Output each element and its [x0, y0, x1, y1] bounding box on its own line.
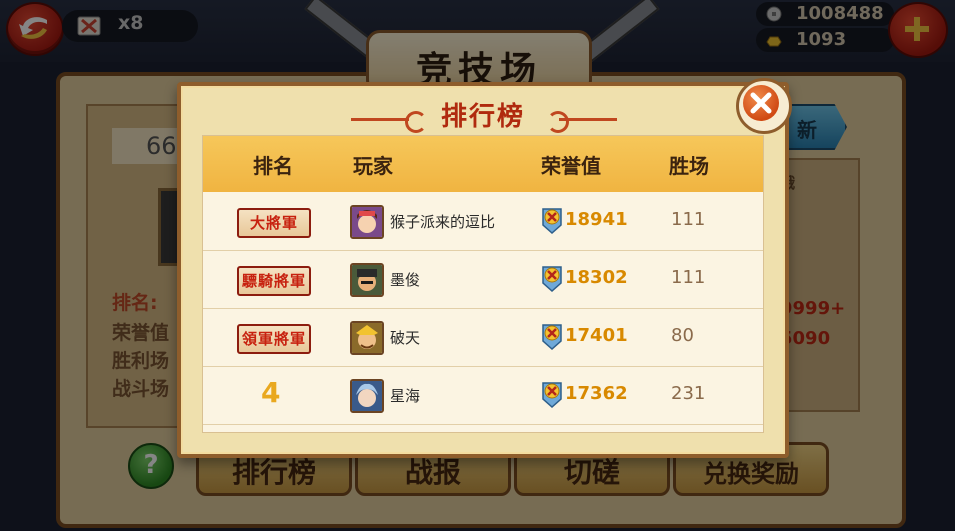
close-button[interactable]	[736, 78, 792, 134]
header-honor: 荣誉值	[541, 154, 601, 178]
table-row[interactable]: 大將軍 猴子派来的逗比 18941 111	[203, 192, 763, 251]
player-name: 星海	[390, 387, 421, 405]
rank-number: 4	[261, 376, 281, 409]
title-ornament-left	[351, 118, 409, 121]
player-name: 破天	[390, 329, 421, 347]
avatar-mage-icon	[350, 379, 384, 413]
table-header: 排名 玩家 荣誉值 胜场	[203, 136, 763, 192]
honor-value: 17362	[565, 383, 628, 404]
wins-value: 111	[671, 267, 706, 288]
rank-title-badge: 領軍將軍	[237, 324, 311, 354]
table-row[interactable]: 領軍將軍 破天 17401 80	[203, 308, 763, 367]
player-name: 猴子派来的逗比	[390, 213, 496, 231]
wins-value: 80	[671, 325, 694, 346]
table-row[interactable]: 驃騎將軍 墨俊 18302 111	[203, 250, 763, 309]
close-icon	[750, 92, 772, 114]
wins-value: 231	[671, 383, 706, 404]
wins-value: 111	[671, 209, 706, 230]
title-swirl-icon	[405, 111, 427, 133]
honor-value: 18302	[565, 267, 628, 288]
honor-value: 17401	[565, 325, 628, 346]
table-row[interactable]: 4 星海 17362 231	[203, 366, 763, 425]
player-name: 墨俊	[390, 271, 421, 289]
rank-title-badge: 大將軍	[237, 208, 311, 238]
avatar-warrior-icon	[350, 263, 384, 297]
close-button-face	[743, 85, 779, 121]
avatar-general-icon	[350, 321, 384, 355]
honor-medal-icon	[542, 324, 562, 351]
avatar-girl-icon	[350, 205, 384, 239]
header-rank: 排名	[253, 154, 293, 178]
rank-title-badge: 驃騎將軍	[237, 266, 311, 296]
honor-medal-icon	[542, 382, 562, 409]
honor-medal-icon	[542, 208, 562, 235]
header-player: 玩家	[353, 154, 393, 178]
leaderboard-table: 排名 玩家 荣誉值 胜场 大將軍 猴子派来的逗比 18941 111 驃騎將軍 …	[202, 135, 764, 433]
title-swirl-icon	[547, 111, 569, 133]
honor-value: 18941	[565, 209, 628, 230]
honor-medal-icon	[542, 266, 562, 293]
header-wins: 胜场	[669, 154, 709, 178]
